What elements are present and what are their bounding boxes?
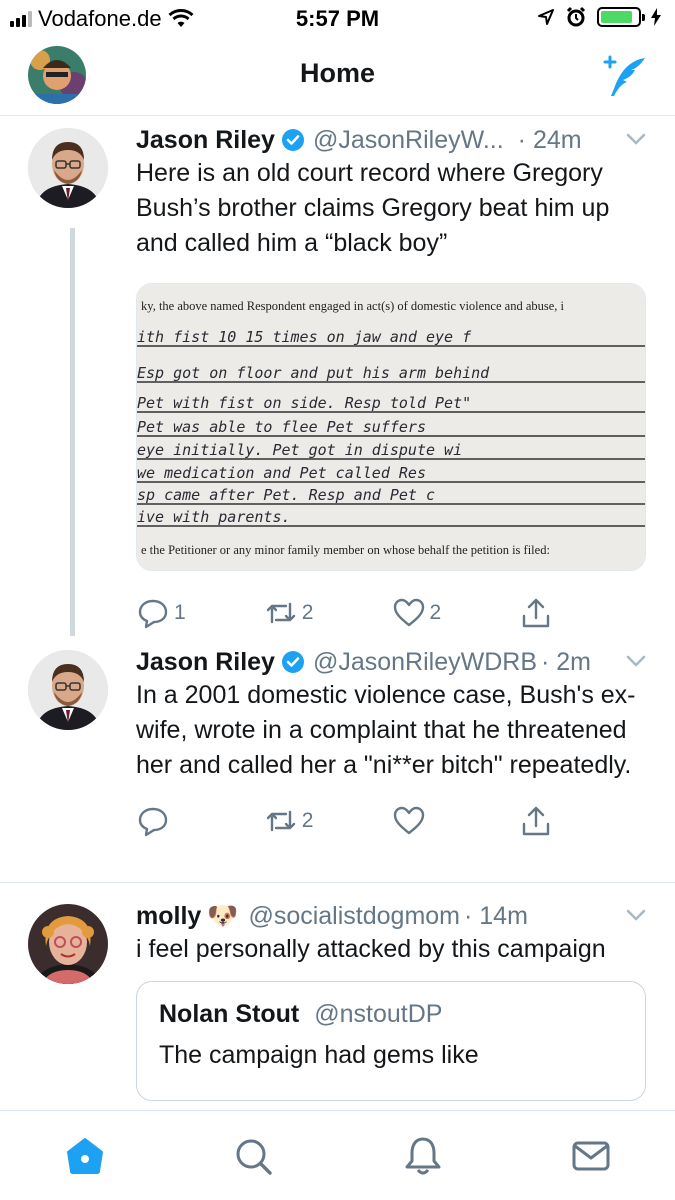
retweet-count: 2 [301, 601, 314, 624]
quoted-tweet-text: The campaign had gems like [159, 1041, 479, 1069]
compose-tweet-icon[interactable] [601, 54, 647, 100]
heart-icon [393, 598, 424, 627]
status-right [537, 6, 661, 28]
search-icon[interactable] [232, 1135, 274, 1177]
author-handle[interactable]: @JasonRileyWDRB [313, 646, 537, 678]
reply-button[interactable] [136, 804, 264, 838]
document-printed-line: e the Petitioner or any minor family mem… [141, 543, 550, 557]
tweet-text: Here is an old court record where Gregor… [136, 159, 610, 257]
share-button[interactable] [519, 596, 647, 630]
author-name[interactable]: Jason Riley [136, 124, 275, 156]
tweet-actions: 2 [136, 801, 647, 841]
home-icon[interactable] [64, 1135, 106, 1177]
chevron-down-icon[interactable] [625, 130, 647, 148]
verified-badge-icon [281, 651, 304, 673]
status-bar: Vodafone.de 5:57 PM [0, 0, 675, 40]
messages-icon[interactable] [570, 1135, 612, 1177]
author-avatar[interactable] [28, 650, 108, 730]
battery-level [601, 11, 632, 23]
share-button[interactable] [519, 804, 647, 838]
quoted-tweet-meta: Nolan Stout @nstoutDP [159, 1000, 623, 1029]
tweet-text: In a 2001 domestic violence case, Bush's… [136, 681, 636, 779]
navigation-header: Home [0, 40, 675, 116]
heart-icon [393, 806, 424, 835]
author-name[interactable]: molly [136, 900, 201, 932]
dog-emoji: 🐶 [207, 902, 239, 930]
share-icon [523, 806, 550, 836]
chevron-down-icon[interactable] [625, 906, 647, 924]
tab-bar [0, 1110, 675, 1200]
battery-icon [597, 7, 645, 27]
tweet-content: Jason Riley @JasonRileyWDRB · 2m In a 20… [136, 646, 647, 841]
tweet-content: Jason Riley @JasonRileyW... · 24m Here i… [136, 124, 647, 633]
page-title: Home [299, 58, 375, 88]
verified-badge-icon [281, 129, 304, 151]
retweet-count: 2 [301, 809, 314, 832]
quoted-author-handle: @nstoutDP [314, 1000, 443, 1028]
author-handle[interactable]: @socialistdogmom [248, 900, 460, 932]
handwritten-line: eye initially. Pet got in dispute wi [137, 441, 462, 459]
retweet-button[interactable]: 2 [264, 804, 392, 838]
quoted-author-name: Nolan Stout [159, 1000, 300, 1028]
reply-icon [138, 599, 168, 629]
tweet-divider [0, 882, 675, 883]
reply-count: 1 [174, 601, 186, 624]
handwritten-line: ith fist 10 15 times on jaw and eye f [137, 328, 472, 346]
tweet-text: i feel personally attacked by this campa… [136, 935, 606, 963]
tweet-meta: molly 🐶 @socialistdogmom · 14m [136, 900, 647, 932]
author-name[interactable]: Jason Riley [136, 646, 275, 678]
location-arrow-icon [538, 9, 554, 25]
share-icon [523, 598, 550, 628]
tweet-meta: Jason Riley @JasonRileyW... · 24m [136, 124, 647, 156]
tweet-time: · 2m [541, 648, 591, 676]
handwritten-line: we medication and Pet called Res [137, 464, 426, 482]
tweet-meta: Jason Riley @JasonRileyWDRB · 2m [136, 646, 647, 678]
retweet-button[interactable]: 2 [264, 596, 392, 630]
tweet-content: molly 🐶 @socialistdogmom · 14m i feel pe… [136, 900, 647, 1101]
handwritten-line: ive with parents. [137, 508, 291, 526]
like-button[interactable] [392, 804, 520, 838]
tweet-image[interactable]: ky, the above named Respondent engaged i… [136, 283, 646, 571]
author-avatar[interactable] [28, 128, 108, 208]
reply-icon [138, 807, 168, 837]
author-handle[interactable]: @JasonRileyW... [313, 124, 504, 156]
notifications-icon[interactable] [402, 1135, 444, 1177]
chevron-down-icon[interactable] [625, 652, 647, 670]
alarm-icon [566, 6, 586, 27]
document-printed-line: ky, the above named Respondent engaged i… [141, 299, 565, 313]
tweet-time: · 14m [464, 902, 528, 930]
author-avatar[interactable] [28, 904, 108, 984]
tweet[interactable]: molly 🐶 @socialistdogmom · 14m i feel pe… [0, 900, 675, 1110]
retweet-icon [266, 810, 295, 832]
quoted-tweet[interactable]: Nolan Stout @nstoutDP The campaign had g… [136, 981, 646, 1101]
charging-bolt-icon [651, 8, 661, 26]
like-count: 2 [429, 601, 442, 624]
tweet[interactable]: Jason Riley @JasonRileyW... · 24m Here i… [0, 124, 675, 636]
tweet-time: · 24m [517, 126, 582, 154]
handwritten-line: sp came after Pet. Resp and Pet c [137, 486, 435, 504]
tweet[interactable]: Jason Riley @JasonRileyWDRB · 2m In a 20… [0, 646, 675, 882]
handwritten-line: Esp got on floor and put his arm behind [137, 364, 490, 382]
like-button[interactable]: 2 [392, 596, 520, 630]
thread-connector [70, 228, 75, 636]
tweet-actions: 1 2 2 [136, 593, 647, 633]
handwritten-line: Pet with fist on side. Resp told Pet" [137, 394, 471, 412]
reply-button[interactable]: 1 [136, 596, 264, 630]
handwritten-line: Pet was able to flee Pet suffers [137, 418, 426, 436]
retweet-icon [266, 602, 295, 624]
